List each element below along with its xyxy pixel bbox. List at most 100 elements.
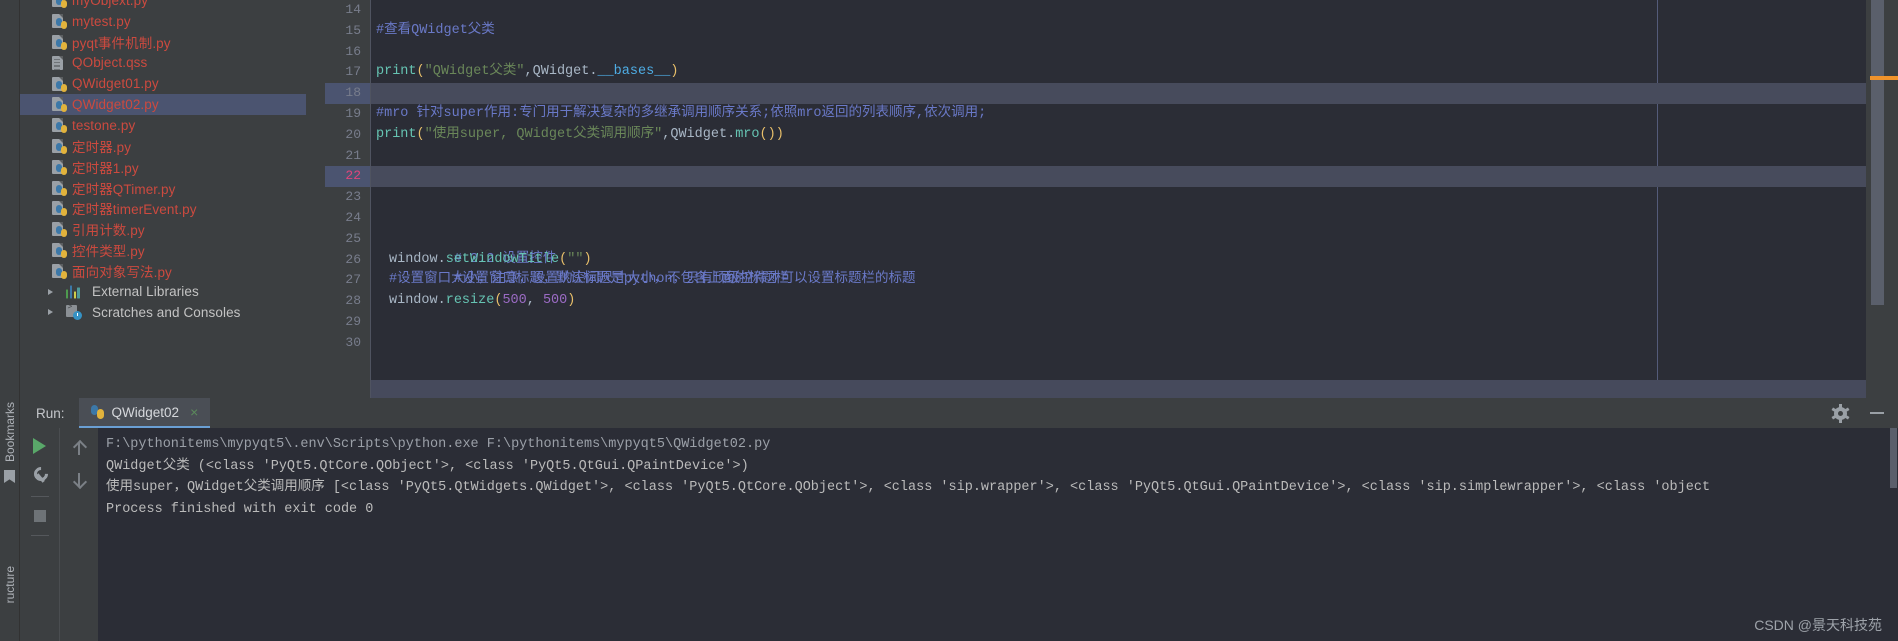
code-line[interactable] [371,83,1866,104]
tree-file-timer[interactable]: 定时器.py [20,136,306,157]
bookmarks-rail-label[interactable]: Bookmarks [3,402,17,462]
run-actions-toolbar [20,428,60,641]
python-file-icon [90,405,105,419]
line-number: 18 [325,83,370,104]
code-line[interactable]: print("使用super, QWidget父类调用顺序",QWidget.m… [371,125,1866,146]
tree-node-scratches-consoles[interactable]: Scratches and Consoles [20,302,306,323]
line-number-current: 22 [325,166,370,188]
tree-node-label: Scratches and Consoles [92,304,241,320]
tree-file-label: mytest.py [72,13,131,29]
tree-file-qobject-qss[interactable]: QObject.qss [20,52,306,73]
scroll-end-icon[interactable] [71,534,87,548]
tree-file-widget-type[interactable]: 控件类型.py [20,240,306,261]
python-file-icon [52,34,67,50]
minimize-icon[interactable] [1870,412,1884,414]
editor-scroll-marker[interactable] [1870,76,1898,80]
code-line[interactable]: window.resize(500, 500) [371,291,1866,312]
console-actions-toolbar [60,428,98,641]
tree-file-myObjext[interactable]: myObjext.py [20,0,306,11]
tree-file-timer-timerevent[interactable]: 定时器timerEvent.py [20,198,306,219]
arrow-down-icon[interactable] [73,472,86,488]
console-scrollbar[interactable] [1889,428,1898,641]
tree-file-label: testone.py [72,117,136,133]
tree-file-mytest[interactable]: mytest.py [20,11,306,32]
tree-file-label: 定时器1.py [72,160,139,176]
wrench-icon[interactable] [32,467,48,483]
structure-rail-label[interactable]: ructure [3,566,17,603]
tree-file-timer-qtimer[interactable]: 定时器QTimer.py [20,177,306,198]
tree-node-external-libraries[interactable]: External Libraries [20,281,306,302]
tree-file-label: 定时器timerEvent.py [72,202,197,218]
method-token: setWindowTitle [445,251,560,267]
qss-file-icon [52,55,66,71]
tree-file-label: myObjext.py [72,0,149,8]
editor-code-area[interactable]: #查看QWidget父类 print("QWidget父类",QWidget._… [371,0,1866,398]
code-line-current[interactable] [371,166,1866,188]
console-output[interactable]: F:\pythonitems\mypyqt5\.env\Scripts\pyth… [98,428,1898,641]
project-tree-panel[interactable]: myObjext.py mytest.py pyqt事件机制.py QObjec… [20,0,306,398]
wrap-icon[interactable] [71,504,87,518]
python-file-icon [52,200,67,217]
settings-gear-icon[interactable] [1831,403,1850,423]
code-line[interactable] [371,146,1866,167]
libraries-icon [66,285,80,299]
line-number: 17 [345,64,361,80]
tree-file-refcount[interactable]: 引用计数.py [20,219,306,240]
line-number: 14 [345,2,361,17]
python-file-icon [52,96,67,113]
string-token: "QWidget父类" [424,64,525,80]
bookmark-icon [4,470,15,483]
code-line[interactable]: #查看QWidget父类 [371,21,1866,42]
comment-token: #设置窗口大小，注意，设置的空间尺寸大小，不包含上面的标题栏 [389,272,789,288]
tree-file-timer1[interactable]: 定时器1.py [20,156,306,177]
console-line: F:\pythonitems\mypyqt5\.env\Scripts\pyth… [106,437,771,452]
tree-file-qwidget02[interactable]: QWidget02.py [20,93,306,115]
line-number: 26 [345,251,361,267]
editor-left-pad [306,0,325,398]
play-icon[interactable] [33,438,46,454]
run-tab-qwidget02[interactable]: QWidget02 × [78,398,211,428]
code-line[interactable]: #mro 针对super作用:专门用于解决复杂的多继承调用顺序关系;依照mro返… [371,104,1866,125]
editor-scrollbar-thumb[interactable] [1871,0,1884,305]
tree-file-testone[interactable]: testone.py [20,115,306,136]
editor-scrollbar[interactable] [1866,0,1898,398]
arrow-up-icon[interactable] [73,440,86,456]
code-line[interactable]: window.setWindowTitle("") [371,250,1866,271]
line-number: 29 [345,313,361,329]
code-line[interactable] [371,0,1866,21]
tree-file-pyqt-event[interactable]: pyqt事件机制.py [20,32,306,53]
python-file-icon [52,0,67,9]
code-line[interactable] [371,333,1866,354]
close-icon[interactable]: × [190,404,198,420]
left-tool-rail-bottom[interactable]: Bookmarks ructure [0,398,20,641]
code-line[interactable] [371,312,1866,333]
run-tab-label: QWidget02 [111,404,180,420]
line-number: 27 [345,272,361,288]
python-file-icon [52,180,67,196]
method-token: mro [735,126,760,142]
code-line[interactable]: #设置窗口标题，默认标题是python，只有顶级控件才可以设置标题栏的标题 [371,229,1866,287]
code-line[interactable] [371,42,1866,63]
code-line[interactable] [371,187,1866,208]
editor-line-number-gutter[interactable]: 14 15 16 17 18 19 20 21 22 23 24 25 26 2… [325,0,371,398]
console-scrollbar-thumb[interactable] [1890,428,1897,488]
line-number: 24 [345,209,361,225]
comment-token: #mro 针对super作用:专门用于解决复杂的多继承调用顺序关系;依照mro返… [376,105,987,121]
code-line[interactable]: #设置窗口大小，注意，设置的空间尺寸大小，不包含上面的标题栏 [371,270,1866,291]
code-line[interactable]: # 2.2 设置控件 [371,208,1866,267]
tree-file-label: 定时器.py [72,139,132,155]
function-token: print [376,126,417,142]
code-line[interactable]: print("QWidget父类",QWidget.__bases__) [371,62,1866,83]
code-editor[interactable]: 14 15 16 17 18 19 20 21 22 23 24 25 26 2… [306,0,1898,398]
run-tool-window: Bookmarks ructure Run: QWidget02 × F:\py… [0,398,1898,641]
tree-file-qwidget01[interactable]: QWidget01.py [20,73,306,94]
function-token: print [376,64,417,80]
console-line: 使用super，QWidget父类调用顺序 [<class 'PyQt5.QtW… [106,480,1711,495]
line-number: 20 [345,126,361,142]
tree-file-oop-style[interactable]: 面向对象写法.py [20,260,306,281]
tree-file-label: QWidget01.py [72,76,159,92]
python-file-icon [52,263,67,279]
line-number: 15 [345,22,361,38]
stop-icon[interactable] [33,510,46,522]
console-line: Process finished with exit code 0 [106,501,374,517]
